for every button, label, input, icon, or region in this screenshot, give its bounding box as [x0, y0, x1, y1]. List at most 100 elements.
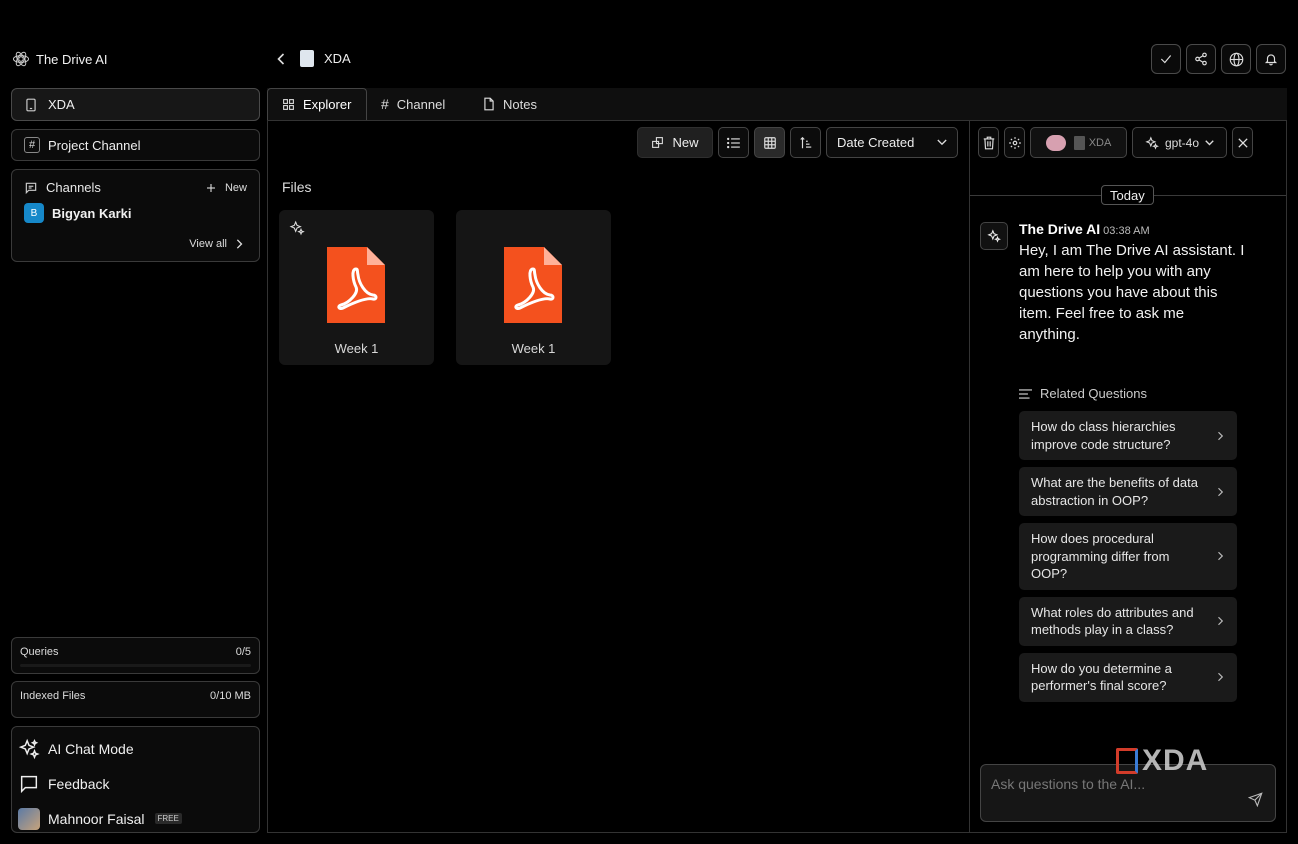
- indexed-files-usage: Indexed Files 0/10 MB: [11, 681, 260, 718]
- chevron-right-icon: [1217, 672, 1223, 682]
- gear-icon: [1008, 136, 1022, 150]
- chat-toolbar: XDA gpt-4o: [978, 127, 1253, 158]
- sort-select[interactable]: Date Created: [826, 127, 958, 158]
- file-card[interactable]: Week 1: [456, 210, 611, 365]
- related-question-text: What are the benefits of data abstractio…: [1031, 475, 1198, 508]
- model-selector[interactable]: gpt-4o: [1132, 127, 1227, 158]
- brain-icon: [1045, 134, 1066, 151]
- new-channel-label: New: [224, 181, 247, 194]
- channels-title: Channels: [46, 180, 101, 195]
- list-icon: [726, 137, 741, 149]
- tab-channel[interactable]: # Channel: [367, 88, 459, 120]
- ai-chat-mode-button[interactable]: AI Chat Mode: [18, 731, 253, 766]
- sidebar-item-workspace[interactable]: XDA: [11, 88, 260, 121]
- top-actions: [1151, 44, 1286, 74]
- project-channel-label: Project Channel: [48, 137, 141, 153]
- window-top-strip: [0, 0, 1298, 32]
- user-name: Mahnoor Faisal: [48, 810, 145, 827]
- plan-badge: FREE: [154, 813, 182, 824]
- context-selector[interactable]: XDA: [1030, 127, 1127, 158]
- check-icon: [1159, 52, 1173, 66]
- globe-button[interactable]: [1221, 44, 1251, 74]
- hash-icon: #: [381, 96, 389, 112]
- file-card[interactable]: Week 1: [279, 210, 434, 365]
- grid-icon: [282, 98, 295, 111]
- brand-name: The Drive AI: [36, 51, 108, 67]
- view-all-link[interactable]: View all: [189, 238, 243, 250]
- view-all-label: View all: [189, 238, 227, 250]
- lines-icon: [1019, 388, 1032, 399]
- assistant-message: Hey, I am The Drive AI assistant. I am h…: [1019, 242, 1245, 343]
- queries-value: 0/5: [235, 646, 251, 658]
- ai-assistant-icon: [980, 222, 1008, 250]
- indexed-label: Indexed Files: [20, 690, 86, 702]
- avatar: B: [24, 203, 44, 223]
- hash-icon: #: [24, 137, 40, 153]
- chevron-right-icon: [235, 239, 243, 249]
- ai-chat-mode-label: AI Chat Mode: [48, 740, 134, 757]
- tab-explorer-label: Explorer: [303, 97, 352, 112]
- related-questions-title: Related Questions: [1040, 386, 1147, 401]
- sidebar-item-project-channel[interactable]: # Project Channel: [11, 129, 260, 161]
- ai-chat-panel: XDA gpt-4o Today The Drive AI 03:38 AM He…: [969, 120, 1287, 833]
- list-view-button[interactable]: [718, 127, 749, 158]
- chevron-down-icon: [1205, 139, 1214, 146]
- indexed-value: 0/10 MB: [210, 690, 251, 702]
- member-name: Bigyan Karki: [52, 205, 132, 221]
- send-icon[interactable]: [1248, 792, 1263, 807]
- tab-channel-label: Channel: [396, 96, 446, 112]
- related-question-text: What roles do attributes and methods pla…: [1031, 604, 1194, 638]
- date-label: Today: [1101, 185, 1154, 205]
- brand[interactable]: The Drive AI: [12, 50, 108, 68]
- new-file-label: New: [672, 135, 699, 150]
- workspace-label: XDA: [48, 97, 75, 112]
- tab-bar: Explorer # Channel Notes: [267, 88, 1287, 120]
- tab-notes[interactable]: Notes: [469, 88, 551, 120]
- related-question[interactable]: How does procedural programming differ f…: [1019, 523, 1237, 590]
- close-chat-button[interactable]: [1232, 127, 1253, 158]
- related-question[interactable]: How do you determine a performer's final…: [1019, 652, 1237, 702]
- sparkle-icon[interactable]: [289, 220, 305, 236]
- tab-notes-label: Notes: [503, 96, 537, 112]
- chevron-right-icon: [1217, 431, 1223, 441]
- close-icon: [1237, 137, 1248, 148]
- watermark-text: XDA: [1142, 744, 1209, 777]
- related-question[interactable]: What are the benefits of data abstractio…: [1019, 467, 1237, 516]
- new-channel-button[interactable]: New: [205, 182, 247, 194]
- avatar: [18, 807, 40, 830]
- chevron-right-icon: [1217, 487, 1223, 497]
- check-button[interactable]: [1151, 44, 1181, 74]
- brand-logo-icon: [12, 50, 30, 68]
- tablet-icon: [24, 98, 38, 112]
- chat-settings-button[interactable]: [1004, 127, 1025, 158]
- file-name: Week 1: [334, 341, 379, 356]
- channel-member[interactable]: B Bigyan Karki: [24, 203, 247, 223]
- queries-progress-bar: [20, 664, 251, 667]
- related-question-text: How does procedural programming differ f…: [1031, 531, 1170, 581]
- grid-view-button[interactable]: [754, 127, 785, 158]
- tab-explorer[interactable]: Explorer: [267, 88, 367, 120]
- related-questions-list: How do class hierarchies improve code st…: [1019, 411, 1237, 709]
- feedback-button[interactable]: Feedback: [18, 766, 253, 801]
- related-question-text: How do you determine a performer's final…: [1031, 660, 1172, 694]
- share-icon: [1194, 52, 1208, 66]
- notifications-button[interactable]: [1256, 44, 1286, 74]
- bell-icon: [1264, 52, 1278, 66]
- chevron-right-icon: [1217, 616, 1223, 626]
- new-file-button[interactable]: New: [637, 127, 713, 158]
- delete-chat-button[interactable]: [978, 127, 999, 158]
- files-section-title: Files: [282, 179, 312, 195]
- globe-icon: [1229, 52, 1244, 67]
- breadcrumb-title: XDA: [324, 51, 351, 66]
- user-profile[interactable]: Mahnoor Faisal FREE: [18, 801, 253, 836]
- queries-usage: Queries 0/5: [11, 637, 260, 674]
- sort-order-button[interactable]: [790, 127, 821, 158]
- related-question[interactable]: How do class hierarchies improve code st…: [1019, 411, 1237, 460]
- document-icon: [1073, 135, 1085, 150]
- back-icon[interactable]: [277, 52, 286, 65]
- share-button[interactable]: [1186, 44, 1216, 74]
- xda-watermark: XDA: [1116, 744, 1208, 778]
- file-icon: [483, 97, 495, 111]
- explorer-toolbar: New Date Created: [637, 127, 958, 158]
- related-question[interactable]: What roles do attributes and methods pla…: [1019, 596, 1237, 646]
